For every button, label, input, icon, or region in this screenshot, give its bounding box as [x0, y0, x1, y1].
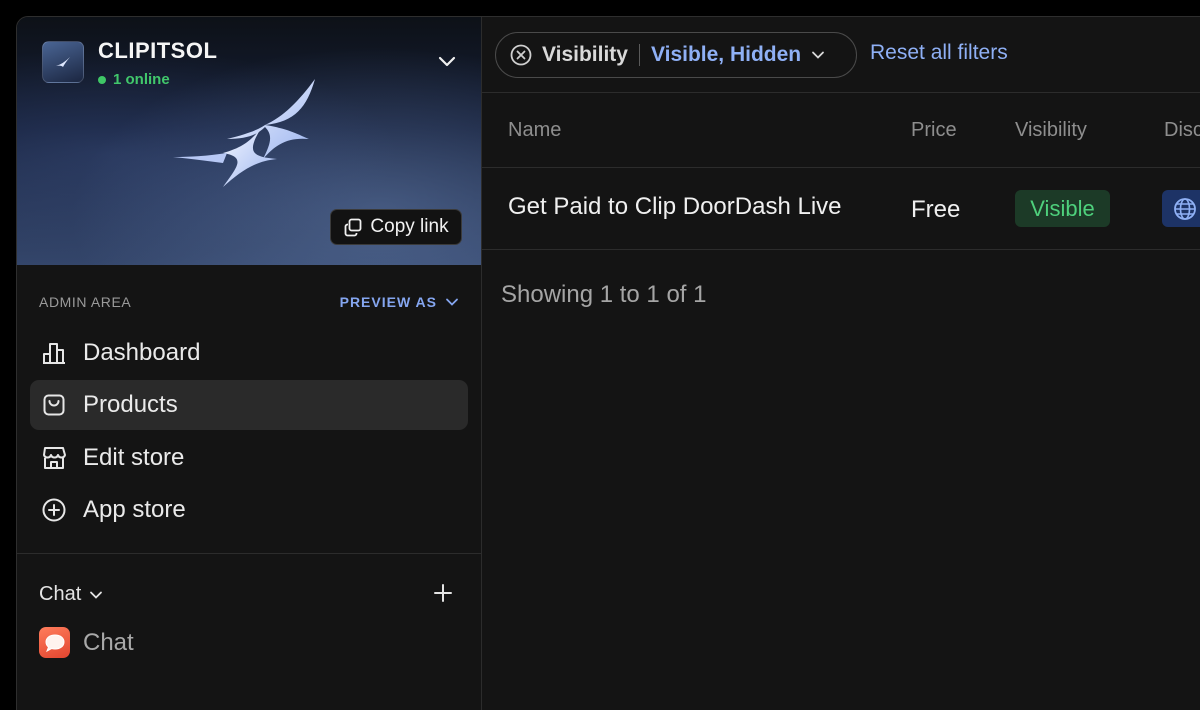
online-count: 1 online	[113, 71, 170, 88]
visibility-badge: Visible	[1015, 190, 1110, 227]
store-banner: CLIPITSOL 1 online Copy link	[17, 17, 481, 265]
store-name: CLIPITSOL	[98, 38, 218, 63]
chevron-down-icon	[446, 298, 458, 306]
sidebar: CLIPITSOL 1 online Copy link ADMIN AREA …	[17, 17, 482, 710]
filter-bar: Visibility Visible, Hidden Reset all fil…	[482, 17, 1200, 93]
visibility-filter-chip[interactable]: Visibility Visible, Hidden	[495, 32, 857, 78]
preview-as-label: PREVIEW AS	[339, 294, 437, 310]
copy-link-button[interactable]: Copy link	[330, 209, 462, 245]
add-chat-button[interactable]	[432, 582, 454, 604]
filter-name: Visibility	[542, 43, 628, 66]
sidebar-item-label: App store	[83, 496, 186, 523]
sidebar-item-app-store[interactable]: App store	[30, 485, 468, 535]
chevron-down-icon[interactable]	[437, 51, 457, 71]
sidebar-item-products[interactable]: Products	[30, 380, 468, 430]
sidebar-item-dashboard[interactable]: Dashboard	[30, 328, 468, 378]
copy-icon	[345, 218, 362, 237]
online-status: 1 online	[98, 71, 170, 88]
product-price-cell: Free	[911, 196, 961, 223]
table-header	[482, 93, 1200, 168]
copy-link-label: Copy link	[370, 216, 449, 237]
chat-bubble-icon	[39, 627, 70, 658]
storefront-icon	[40, 444, 68, 472]
column-header-disc[interactable]: Disc	[1164, 119, 1200, 142]
sparkle-logo-icon	[56, 57, 70, 67]
main-content: Visibility Visible, Hidden Reset all fil…	[482, 17, 1200, 710]
sidebar-item-label: Dashboard	[83, 339, 201, 366]
online-dot-icon	[98, 75, 106, 84]
plus-icon	[434, 584, 452, 602]
sidebar-divider	[17, 553, 482, 554]
sparkles-icon	[173, 79, 315, 187]
chat-section-toggle[interactable]: Chat	[39, 583, 103, 606]
column-header-name[interactable]: Name	[508, 119, 561, 142]
shopping-bag-icon	[40, 391, 68, 419]
column-header-price[interactable]: Price	[911, 119, 957, 142]
sidebar-item-label: Products	[83, 391, 178, 418]
admin-area-label: ADMIN AREA	[39, 294, 132, 310]
chat-section-label: Chat	[39, 583, 82, 605]
chevron-down-icon	[90, 591, 103, 599]
filter-divider	[638, 44, 640, 66]
reset-filters-link[interactable]: Reset all filters	[870, 41, 1008, 65]
sidebar-item-chat[interactable]: Chat	[39, 627, 134, 658]
sidebar-item-label: Edit store	[83, 444, 185, 471]
globe-icon	[1174, 197, 1196, 220]
plus-circle-icon	[40, 496, 68, 524]
product-name-cell[interactable]: Get Paid to Clip DoorDash Live	[508, 193, 842, 221]
chat-item-label: Chat	[83, 628, 134, 656]
clear-filter-icon[interactable]	[510, 44, 532, 66]
app-window: CLIPITSOL 1 online Copy link ADMIN AREA …	[16, 16, 1200, 710]
visibility-badge-label: Visible	[1030, 195, 1095, 221]
admin-area-header: ADMIN AREA PREVIEW AS	[39, 294, 459, 310]
discover-badge	[1162, 190, 1200, 227]
column-header-visibility[interactable]: Visibility	[1015, 119, 1087, 142]
filter-values: Visible, Hidden	[650, 43, 802, 66]
preview-as-button[interactable]: PREVIEW AS	[340, 294, 459, 310]
store-avatar[interactable]	[42, 41, 84, 83]
sidebar-item-edit-store[interactable]: Edit store	[30, 433, 468, 483]
pagination-summary: Showing 1 to 1 of 1	[501, 281, 707, 308]
chevron-down-icon	[812, 51, 825, 59]
bar-chart-icon	[40, 339, 68, 367]
